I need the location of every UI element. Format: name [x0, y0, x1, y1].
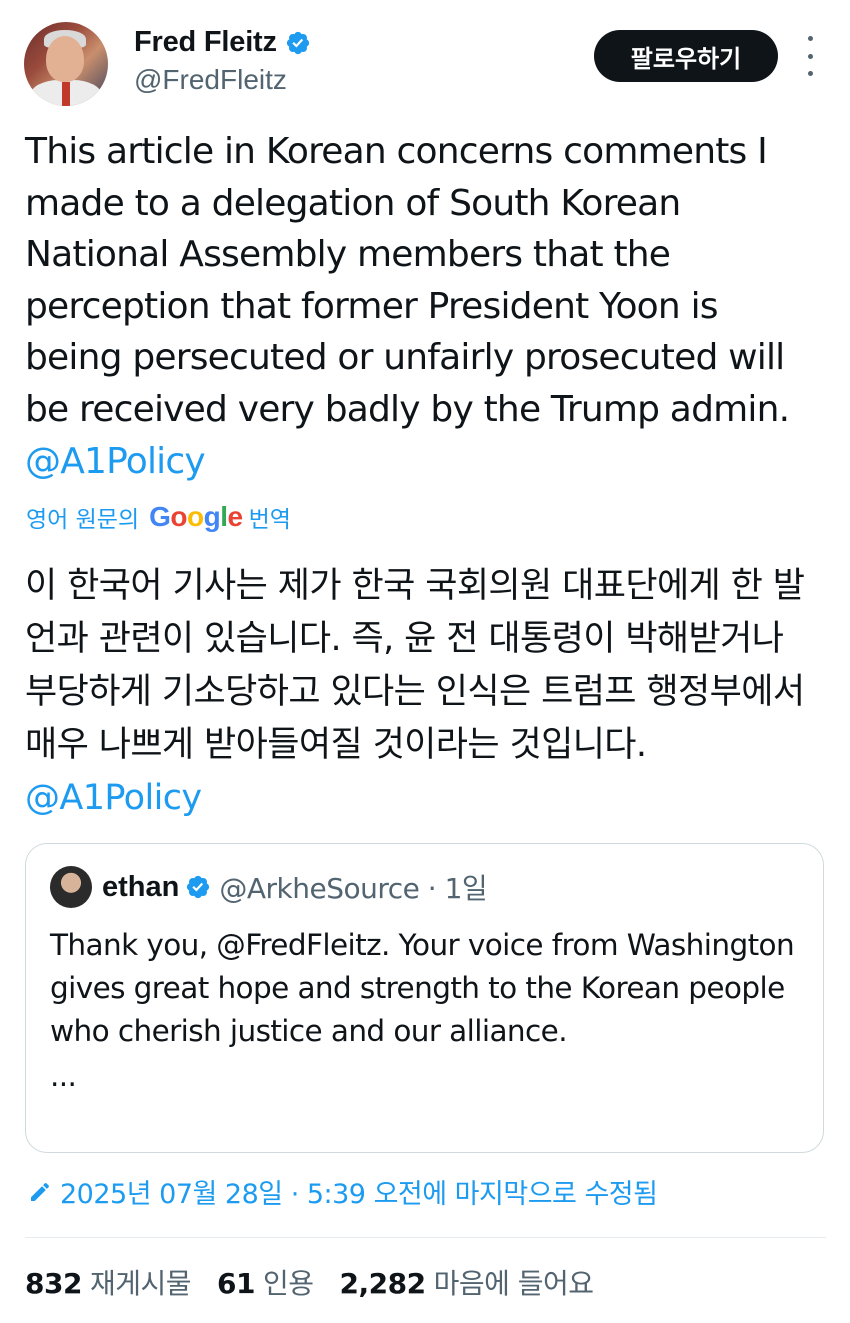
quoted-handle-time: @ArkheSource · 1일	[219, 872, 488, 905]
reposts-count[interactable]: 832	[25, 1267, 82, 1300]
likes-label[interactable]: 마음에 들어요	[434, 1262, 594, 1302]
edited-text: 2025년 07월 28일 · 5:39 오전에 마지막으로 수정됨	[60, 1179, 658, 1210]
google-logo: Google	[149, 501, 243, 532]
translate-suffix: 번역	[248, 507, 291, 533]
quotes-count[interactable]: 61	[217, 1267, 255, 1300]
quoted-ellipsis: ...	[50, 1059, 77, 1093]
quoted-verified-badge-icon	[187, 875, 210, 899]
divider	[25, 1237, 826, 1238]
tweet-text-original: This article in Korean concerns comments…	[25, 126, 825, 487]
quoted-tweet-text: Thank you, @FredFleitz. Your voice from …	[50, 924, 810, 1098]
author-name-row: Fred Fleitz	[134, 26, 311, 59]
more-options-icon[interactable]	[800, 36, 820, 76]
likes-count[interactable]: 2,282	[340, 1267, 427, 1300]
tweet-text-en: This article in Korean concerns comments…	[25, 131, 790, 430]
quoted-tweet-header: ethan @ArkheSource · 1일	[50, 866, 488, 908]
author-avatar[interactable]	[24, 22, 108, 106]
verified-badge-icon	[286, 31, 309, 54]
engagement-stats: 832 재게시물 61 인용 2,282 마음에 들어요	[25, 1262, 620, 1302]
quoted-tweet-card[interactable]: ethan @ArkheSource · 1일 Thank you, @Fred…	[25, 843, 824, 1153]
tweet-header: Fred Fleitz @FredFleitz 팔로우하기	[24, 20, 826, 110]
pencil-icon	[31, 1182, 50, 1201]
edited-timestamp[interactable]: 2025년 07월 28일 · 5:39 오전에 마지막으로 수정됨	[28, 1172, 658, 1211]
author-handle[interactable]: @FredFleitz	[134, 64, 287, 96]
author-name[interactable]: Fred Fleitz	[134, 26, 277, 59]
translate-prefix: 영어 원문의	[26, 507, 140, 533]
quoted-author-avatar	[50, 866, 92, 908]
tweet-text-ko: 이 한국어 기사는 제가 한국 국회의원 대표단에게 한 발언과 관련이 있습니…	[25, 566, 805, 765]
reposts-label[interactable]: 재게시물	[90, 1262, 192, 1302]
mention-link-ko[interactable]: @A1Policy	[25, 778, 202, 818]
quoted-author-name: ethan	[102, 870, 180, 903]
quotes-label[interactable]: 인용	[263, 1262, 314, 1302]
quoted-text-body: Thank you, @FredFleitz. Your voice from …	[50, 928, 795, 1048]
translation-attribution[interactable]: 영어 원문의 Google 번역	[26, 500, 291, 534]
follow-button[interactable]: 팔로우하기	[594, 30, 778, 82]
mention-link[interactable]: @A1Policy	[25, 441, 206, 482]
tweet-text-translated: 이 한국어 기사는 제가 한국 국회의원 대표단에게 한 발언과 관련이 있습니…	[25, 560, 825, 825]
